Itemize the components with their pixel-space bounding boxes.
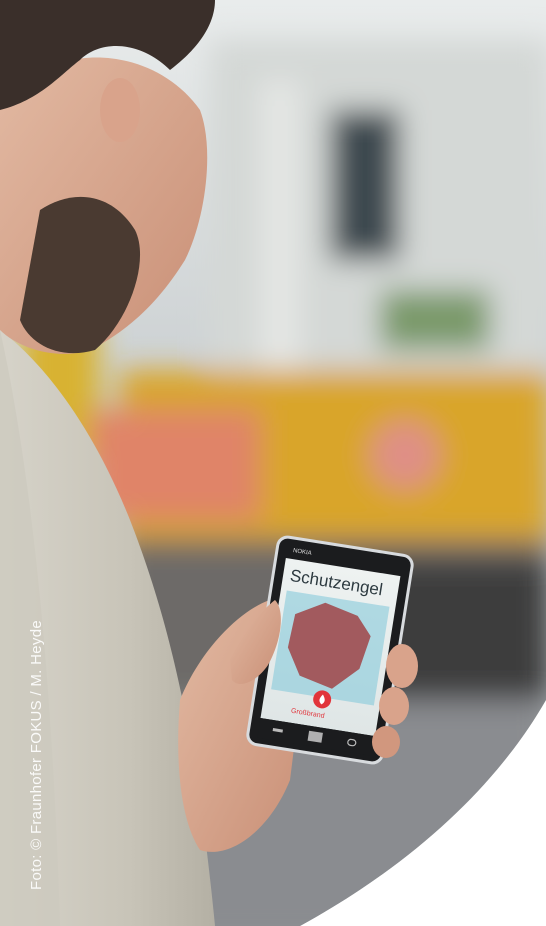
photo-scene: NOKIA Schutzengel Großbrand xyxy=(0,0,546,926)
photo-frame: NOKIA Schutzengel Großbrand Foto: © Frau… xyxy=(0,0,546,926)
photo-credit: Foto: © Fraunhofer FOKUS / M. Heyde xyxy=(28,620,45,890)
